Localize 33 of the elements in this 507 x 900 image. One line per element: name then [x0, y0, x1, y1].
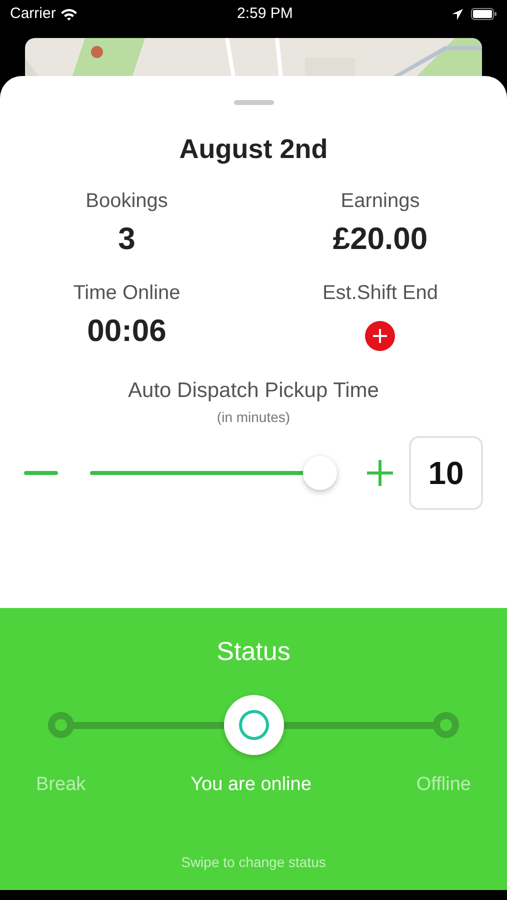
- stat-label: Est.Shift End: [322, 281, 438, 306]
- stat-label: Time Online: [73, 281, 180, 306]
- stat-value: £20.00: [332, 220, 428, 258]
- stat-value: 00:06: [87, 312, 166, 350]
- plus-icon: [373, 328, 388, 342]
- status-option-label[interactable]: You are online: [190, 771, 312, 800]
- minus-button[interactable]: [24, 470, 58, 474]
- section-subtitle: (in minutes): [216, 408, 292, 427]
- slider-thumb[interactable]: [303, 456, 338, 490]
- status-title: Status: [216, 635, 290, 668]
- date-title: August 2nd: [178, 133, 329, 166]
- wifi-icon: [60, 8, 78, 20]
- location-arrow-icon: [452, 8, 463, 20]
- grabber-handle[interactable]: [234, 100, 274, 105]
- status-stop[interactable]: [48, 712, 74, 738]
- hint-text: Swipe to change status: [181, 852, 326, 872]
- status-handle[interactable]: [224, 695, 284, 755]
- status-option-label[interactable]: Offline: [416, 771, 471, 800]
- stat-value: 3: [118, 220, 136, 258]
- stat-label: Bookings: [86, 188, 168, 214]
- plus-button[interactable]: [367, 460, 393, 486]
- stat-label: Earnings: [340, 188, 420, 214]
- plus-icon: [367, 460, 393, 486]
- minutes-value-box: 10: [409, 436, 483, 510]
- status-stop[interactable]: [433, 712, 459, 738]
- minus-icon: [24, 470, 58, 474]
- add-button[interactable]: [365, 320, 396, 350]
- slider-track[interactable]: [90, 456, 335, 490]
- status-option-label[interactable]: Break: [36, 771, 86, 800]
- carrier-label: Carrier: [10, 4, 56, 24]
- battery-icon: [471, 8, 497, 20]
- time-label: 2:59 PM: [236, 4, 293, 24]
- section-title: Auto Dispatch Pickup Time: [127, 378, 380, 404]
